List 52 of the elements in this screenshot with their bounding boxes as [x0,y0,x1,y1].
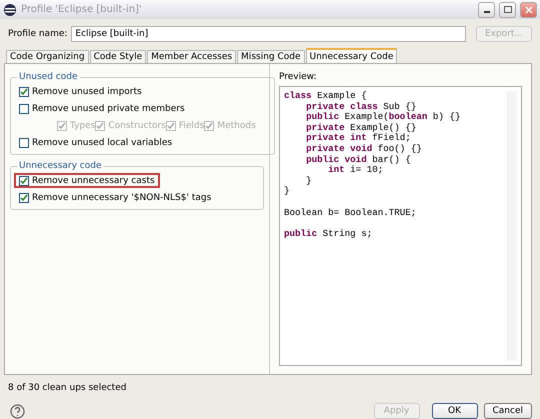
checkbox[interactable] [19,138,29,148]
code-line: Boolean b= Boolean.TRUE; [284,208,416,218]
code-line: int i= 10; [327,165,384,176]
help-icon[interactable] [10,404,25,418]
code-line: class Example { [284,91,367,102]
option-label: Remove unused imports [32,86,142,96]
checkbox[interactable] [19,192,29,202]
option-label: Remove unused private members [32,104,185,114]
checkbox[interactable] [19,104,29,114]
tab[interactable]: Code Organizing [6,50,89,63]
option-label: Types [70,120,96,130]
checkbox[interactable] [19,86,29,96]
highlighted-checkbox-option[interactable]: Remove unnecessary casts [14,173,160,188]
minimize-button[interactable] [478,2,495,18]
checkbox[interactable] [19,176,29,186]
tab[interactable]: Missing Code [237,50,305,63]
group-title: Unused code [18,72,78,82]
checkbox-option[interactable]: Remove unnecessary '$NON-NLS$' tags [14,190,216,205]
code-line: private class Sub {} [305,102,416,112]
option-label: Constructors [108,120,166,130]
group-title: Unnecessary code [18,161,103,171]
code-line: public void bar() { [305,154,411,165]
profile-name-field[interactable]: Eclipse [built-in] [71,26,466,42]
checkbox-option[interactable]: Remove unused private members [14,101,190,116]
code-line: private int fField; [305,133,411,144]
tab[interactable]: Code Style [90,50,146,63]
code-line: } [284,186,290,197]
preview-label: Preview: [279,72,318,82]
app-icon [3,2,17,16]
status-text: 8 of 30 clean ups selected [8,383,128,393]
code-line: public String s; [284,228,372,240]
code-line: public Example(boolean b) {} [305,112,460,123]
option-label: Remove unnecessary '$NON-NLS$' tags [32,192,212,202]
checkbox-option[interactable]: Remove unused local variables [14,135,178,150]
dialog-button[interactable]: Cancel [484,403,532,419]
tab[interactable]: Unnecessary Code [306,48,398,63]
option-label: Fields [178,120,204,130]
dialog-button[interactable]: OK [432,403,478,419]
checkbox-option[interactable]: Remove unused imports [14,84,147,99]
maximize-button[interactable] [499,2,516,18]
code-line: private Example() {} [305,122,416,133]
option-label: Remove unnecessary casts [32,176,155,186]
maximize-icon [504,6,512,13]
option-label: Remove unused local variables [32,138,172,148]
close-icon [524,6,532,14]
tab[interactable]: Member Accesses [147,50,236,63]
code-line: } [305,176,312,186]
option-label: Methods [217,120,256,130]
code-line: private void foo() {} [305,144,422,155]
profile-name-label: Profile name: [8,29,68,39]
window-title: Profile 'Eclipse [built-in]' [21,4,143,15]
close-button[interactable] [520,2,537,18]
